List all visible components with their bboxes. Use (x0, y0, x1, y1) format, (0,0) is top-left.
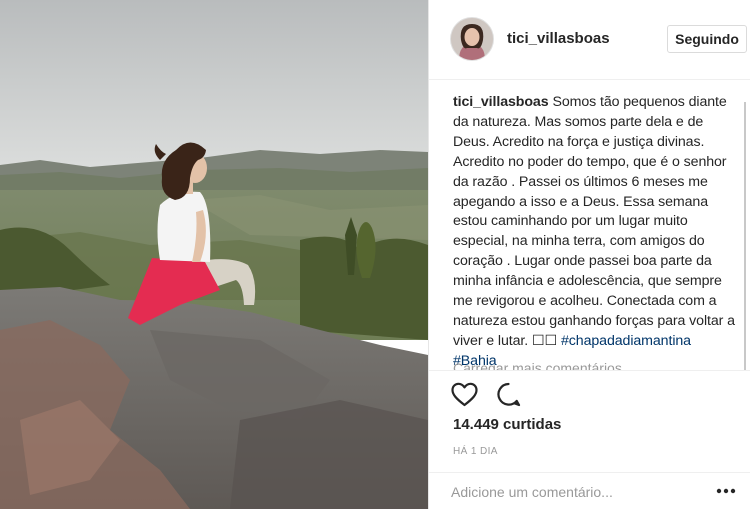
post-side-panel: tici_villasboas Seguindo tici_villasboas… (428, 0, 750, 509)
comments-section: tici_villasboas Somos tão pequenos diante… (429, 80, 750, 371)
caption-username[interactable]: tici_villasboas (453, 94, 549, 110)
hashtag-chapadadiamantina[interactable]: #chapadadiamantina (561, 333, 691, 349)
comment-bar (429, 472, 750, 509)
caption-text: Somos tão pequenos diante da natureza. M… (453, 94, 735, 349)
scrollbar[interactable] (744, 102, 746, 370)
more-options-icon[interactable] (715, 486, 737, 496)
action-bar (451, 382, 521, 412)
post-header: tici_villasboas Seguindo (429, 0, 750, 80)
load-more-comments[interactable]: Carregar mais comentários (453, 360, 622, 370)
avatar[interactable] (451, 18, 493, 60)
post-image (0, 0, 428, 509)
caption: tici_villasboas Somos tão pequenos diante… (453, 93, 735, 370)
comment-icon[interactable] (496, 382, 521, 412)
following-button[interactable]: Seguindo (667, 25, 747, 53)
heart-icon[interactable] (451, 382, 478, 412)
post-photo[interactable] (0, 0, 428, 509)
instagram-post: tici_villasboas Seguindo tici_villasboas… (0, 0, 750, 509)
avatar-image (451, 18, 493, 60)
comment-input[interactable] (451, 482, 691, 502)
likes-count[interactable]: 14.449 curtidas (453, 416, 561, 433)
post-timestamp: HÁ 1 DIA (453, 446, 498, 457)
username[interactable]: tici_villasboas (507, 30, 610, 47)
